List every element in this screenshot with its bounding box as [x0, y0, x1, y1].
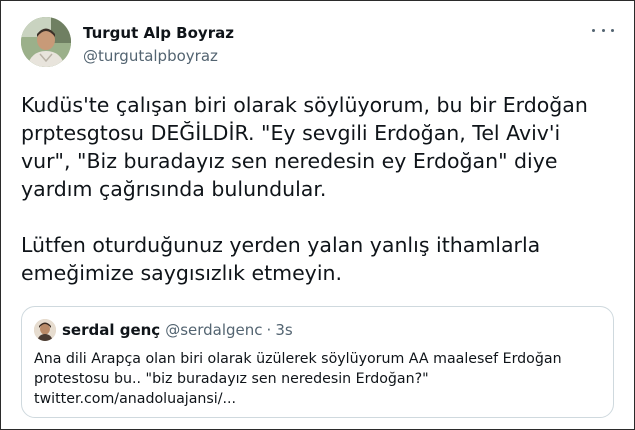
quoted-tweet-link[interactable]: twitter.com/anadoluajansi/...: [34, 389, 604, 409]
tweet-line: emeğimize saygısızlık etmeyin.: [21, 261, 343, 285]
tweet-header: Turgut Alp Boyraz @turgutalpboyraz: [21, 17, 618, 73]
dot: [601, 28, 605, 32]
quoted-author-handle[interactable]: @serdalgenc: [165, 321, 262, 339]
quoted-tweet-time[interactable]: 3s: [275, 321, 292, 339]
tweet-text: Kudüs'te çalışan biri olarak söylüyorum,…: [21, 91, 621, 287]
dot: [592, 28, 595, 32]
avatar-photo: [21, 17, 71, 67]
quoted-avatar-photo: [34, 319, 56, 341]
quoted-author-display-name[interactable]: serdal genç: [62, 321, 160, 339]
quoted-tweet[interactable]: serdal genç @serdalgenc · 3s Ana dili Ar…: [21, 306, 614, 418]
author-display-name[interactable]: Turgut Alp Boyraz: [83, 23, 234, 43]
tweet-line: Lütfen oturduğunuz yerden yalan yanlış i…: [21, 233, 541, 257]
quoted-tweet-line: Ana dili Arapça olan biri olarak üzülere…: [34, 351, 562, 367]
tweet-line: prptesgtosu DEĞİLDİR. "Ey sevgili Erdoğa…: [21, 121, 561, 145]
quoted-tweet-line: protestosu bu.. "biz buradayız sen nered…: [34, 371, 429, 387]
more-horizontal-icon[interactable]: [592, 23, 614, 37]
tweet-line: yardım çağrısında bulundular.: [21, 177, 327, 201]
quoted-author-avatar[interactable]: [34, 319, 56, 341]
author-info: Turgut Alp Boyraz @turgutalpboyraz: [83, 23, 234, 66]
quoted-tweet-header: serdal genç @serdalgenc · 3s: [34, 319, 293, 341]
tweet-line: vur", "Biz buradayız sen neredesin ey Er…: [21, 149, 558, 173]
author-avatar[interactable]: [21, 17, 71, 67]
author-handle[interactable]: @turgutalpboyraz: [83, 46, 234, 66]
dot: [611, 28, 614, 32]
tweet-line: Kudüs'te çalışan biri olarak söylüyorum,…: [21, 93, 588, 117]
separator-dot: ·: [266, 321, 272, 339]
quoted-tweet-text: Ana dili Arapça olan biri olarak üzülere…: [34, 349, 604, 409]
tweet-card: Turgut Alp Boyraz @turgutalpboyraz Kudüs…: [0, 0, 635, 430]
